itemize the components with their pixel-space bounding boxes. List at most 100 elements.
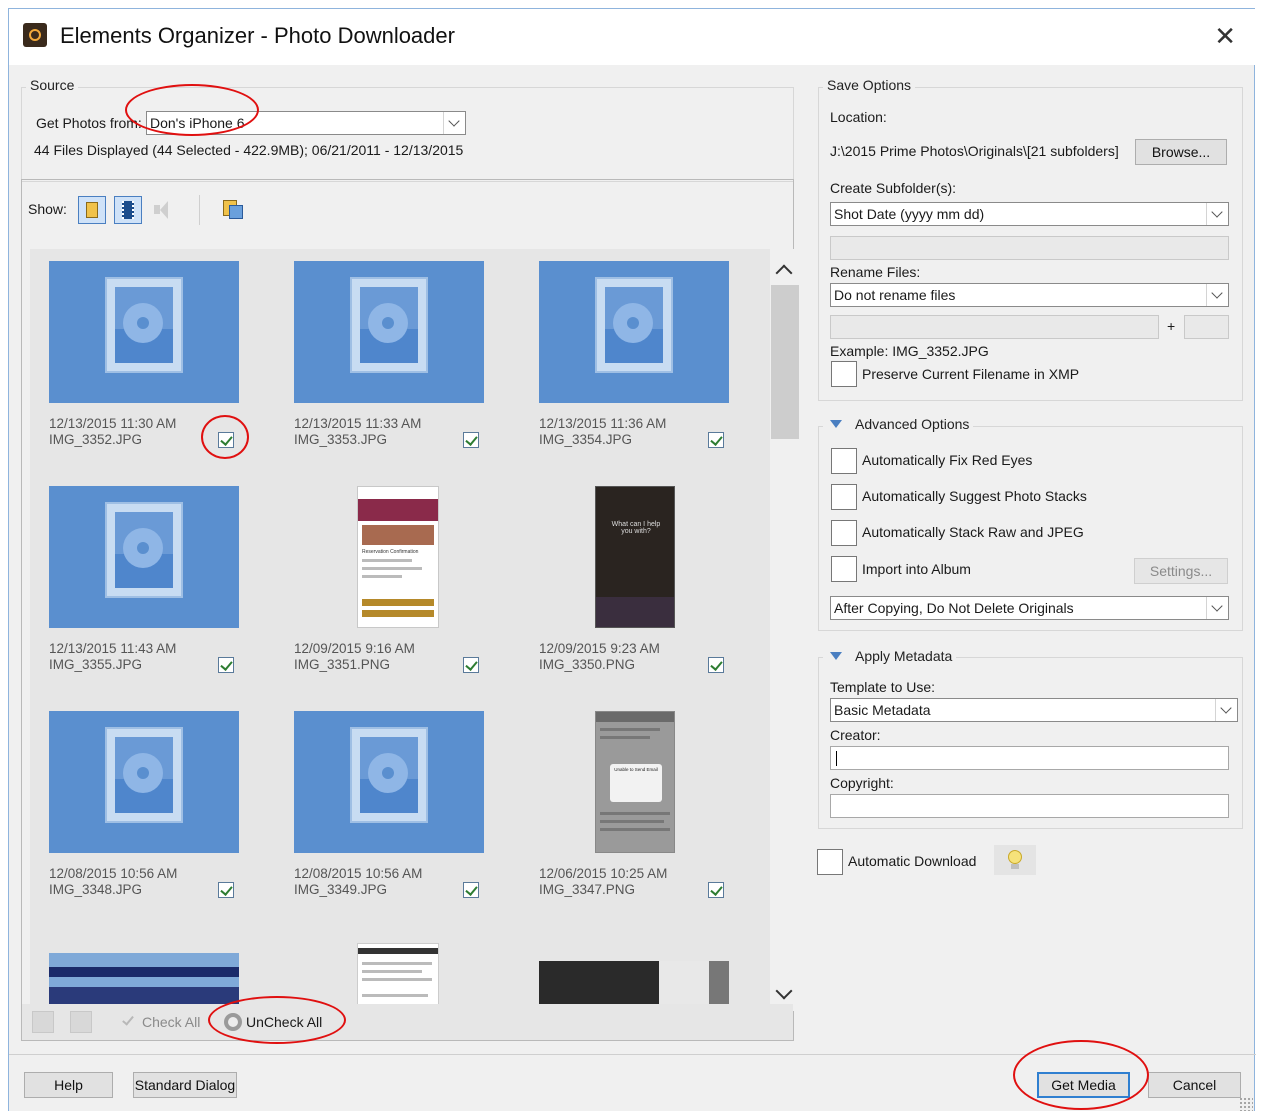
import-album-label: Import into Album xyxy=(862,561,971,577)
custom-subfolder-field[interactable] xyxy=(830,236,1229,260)
video-filter-icon[interactable] xyxy=(114,196,142,224)
after-copying-select-value: After Copying, Do Not Delete Originals xyxy=(834,600,1074,616)
chevron-down-icon[interactable] xyxy=(1206,203,1228,225)
thumbnail-item[interactable]: 12/08/2015 10:56 AM IMG_3348.JPG xyxy=(49,711,249,911)
rename-example: Example: IMG_3352.JPG xyxy=(830,343,989,359)
thumbnail-scrollbar[interactable] xyxy=(770,249,800,1011)
check-all-button[interactable]: Check All xyxy=(142,1014,200,1030)
settings-button[interactable]: Settings... xyxy=(1134,558,1228,584)
resize-grip-icon[interactable] xyxy=(1239,1097,1253,1111)
fix-red-eyes-label: Automatically Fix Red Eyes xyxy=(862,452,1033,468)
photo-filter-icon[interactable] xyxy=(78,196,106,224)
lightbulb-icon[interactable] xyxy=(994,845,1036,875)
creator-label: Creator: xyxy=(830,727,881,743)
device-select-value: Don's iPhone 6 xyxy=(150,115,245,131)
browse-button[interactable]: Browse... xyxy=(1135,139,1227,165)
advanced-options-legend[interactable]: Advanced Options xyxy=(823,416,974,432)
toolbar-divider xyxy=(199,195,200,225)
plus-label: + xyxy=(1167,318,1176,334)
stack-raw-jpeg-checkbox[interactable] xyxy=(831,520,857,546)
automatic-download-label: Automatic Download xyxy=(848,853,977,869)
preview-text: Reservation Confirmation xyxy=(362,549,419,555)
preview-text: Unable to Send Email xyxy=(614,767,658,772)
chevron-down-icon[interactable] xyxy=(1206,284,1228,306)
chevron-down-icon[interactable] xyxy=(443,112,465,134)
thumbnail-filename: IMG_3355.JPG xyxy=(49,657,143,672)
screenshot-preview[interactable] xyxy=(357,943,439,1011)
uncheck-all-icon[interactable] xyxy=(224,1013,242,1031)
rename-prefix-field[interactable] xyxy=(830,315,1159,339)
thumbnail-checkbox[interactable] xyxy=(463,882,479,898)
thumbnail-checkbox[interactable] xyxy=(708,657,724,673)
elements-organizer-app-icon xyxy=(23,23,47,47)
chevron-down-icon[interactable] xyxy=(1215,699,1237,721)
standard-dialog-button[interactable]: Standard Dialog xyxy=(133,1072,237,1098)
automatic-download-checkbox[interactable] xyxy=(817,849,843,875)
screenshot-preview: Reservation Confirmation xyxy=(357,486,439,628)
rotate-left-icon[interactable] xyxy=(32,1011,54,1033)
cancel-button[interactable]: Cancel xyxy=(1148,1072,1241,1098)
title-bar: Elements Organizer - Photo Downloader ✕ xyxy=(9,9,1256,65)
thumbnail-item[interactable]: 12/13/2015 11:43 AM IMG_3355.JPG xyxy=(49,486,249,686)
close-icon[interactable]: ✕ xyxy=(1214,23,1236,49)
import-album-checkbox[interactable] xyxy=(831,556,857,582)
copyright-field[interactable] xyxy=(830,794,1229,818)
template-select-value: Basic Metadata xyxy=(834,702,931,718)
thumbnail-checkbox[interactable] xyxy=(463,432,479,448)
file-filter-icon[interactable] xyxy=(221,198,245,222)
collapse-triangle-icon[interactable] xyxy=(830,420,842,428)
scroll-up-icon[interactable] xyxy=(775,264,793,282)
rename-select-value: Do not rename files xyxy=(834,287,956,303)
location-label: Location: xyxy=(830,109,887,125)
creator-field[interactable] xyxy=(830,746,1229,770)
photo-downloader-window: Elements Organizer - Photo Downloader ✕ … xyxy=(8,8,1256,1111)
scrollbar-thumb[interactable] xyxy=(771,285,799,439)
thumbnail-checkbox[interactable] xyxy=(708,882,724,898)
thumbnail-item[interactable]: 12/13/2015 11:33 AM IMG_3353.JPG xyxy=(294,261,494,461)
thumbnail-checkbox[interactable] xyxy=(218,432,234,448)
copyright-label: Copyright: xyxy=(830,775,894,791)
get-media-button[interactable]: Get Media xyxy=(1037,1072,1130,1098)
thumbnail-checkbox[interactable] xyxy=(708,432,724,448)
thumbnail-checkbox[interactable] xyxy=(218,882,234,898)
thumbnail-item[interactable]: 12/13/2015 11:36 AM IMG_3354.JPG xyxy=(539,261,739,461)
preview-text: What can I help you with? xyxy=(611,521,661,535)
text-cursor xyxy=(836,751,837,766)
check-all-icon[interactable] xyxy=(120,1013,138,1031)
window-title: Elements Organizer - Photo Downloader xyxy=(60,23,455,48)
photo-placeholder[interactable] xyxy=(49,953,239,1011)
preserve-filename-checkbox[interactable] xyxy=(831,361,857,387)
device-select[interactable]: Don's iPhone 6 xyxy=(146,111,466,135)
thumbnail-date: 12/08/2015 10:56 AM xyxy=(294,866,423,881)
audio-filter-icon[interactable] xyxy=(152,200,176,220)
suggest-stacks-checkbox[interactable] xyxy=(831,484,857,510)
thumbnail-date: 12/09/2015 9:16 AM xyxy=(294,641,415,656)
source-legend: Source xyxy=(26,77,79,93)
uncheck-all-button[interactable]: UnCheck All xyxy=(246,1014,322,1030)
thumbnail-date: 12/06/2015 10:25 AM xyxy=(539,866,668,881)
thumbnail-item[interactable]: 12/13/2015 11:30 AM IMG_3352.JPG xyxy=(49,261,249,461)
subfolder-select[interactable]: Shot Date (yyyy mm dd) xyxy=(830,202,1229,226)
photo-placeholder xyxy=(294,261,484,403)
thumbnail-item[interactable]: Reservation Confirmation 12/09/2015 9:16… xyxy=(294,486,494,686)
help-button[interactable]: Help xyxy=(24,1072,113,1098)
fix-red-eyes-checkbox[interactable] xyxy=(831,448,857,474)
thumbnail-item[interactable]: What can I help you with? 12/09/2015 9:2… xyxy=(539,486,739,686)
chevron-down-icon[interactable] xyxy=(1206,597,1228,619)
rotate-right-icon[interactable] xyxy=(70,1011,92,1033)
thumbnail-item[interactable]: Unable to Send Email 12/06/2015 10:25 AM… xyxy=(539,711,739,911)
template-select[interactable]: Basic Metadata xyxy=(830,698,1238,722)
thumbnail-date: 12/13/2015 11:30 AM xyxy=(49,416,177,431)
thumbnail-filename: IMG_3350.PNG xyxy=(539,657,636,672)
template-label: Template to Use: xyxy=(830,679,936,695)
thumbnail-checkbox[interactable] xyxy=(218,657,234,673)
apply-metadata-legend[interactable]: Apply Metadata xyxy=(823,648,957,664)
thumbnail-checkbox[interactable] xyxy=(463,657,479,673)
rename-select[interactable]: Do not rename files xyxy=(830,283,1229,307)
collapse-triangle-icon[interactable] xyxy=(830,652,842,660)
scroll-down-icon[interactable] xyxy=(775,982,793,1000)
thumbnail-filename: IMG_3351.PNG xyxy=(294,657,391,672)
after-copying-select[interactable]: After Copying, Do Not Delete Originals xyxy=(830,596,1229,620)
thumbnail-item[interactable]: 12/08/2015 10:56 AM IMG_3349.JPG xyxy=(294,711,494,911)
rename-number-field[interactable] xyxy=(1184,315,1229,339)
